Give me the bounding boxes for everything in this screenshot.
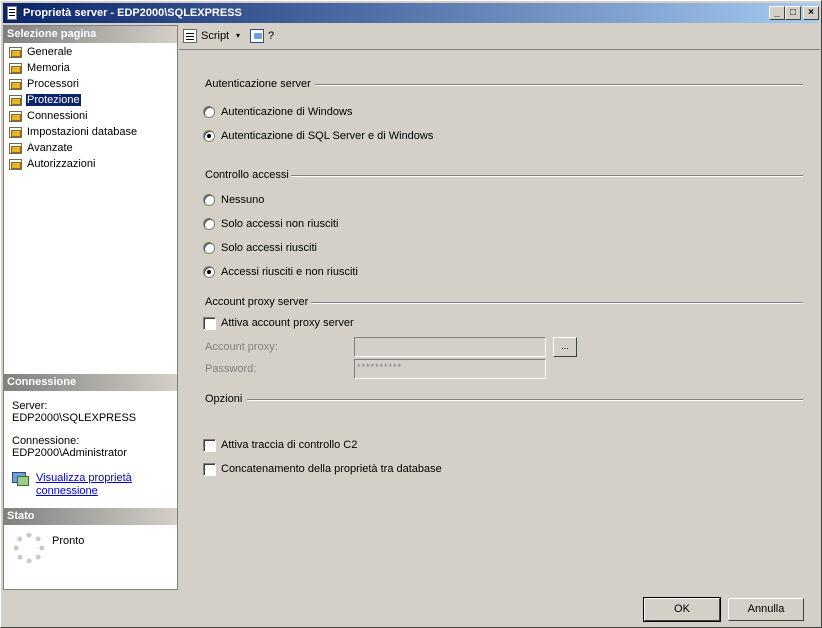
server-label: Server: <box>12 400 48 412</box>
title-bar[interactable]: Proprietà server - EDP2000\SQLEXPRESS _ … <box>3 3 819 23</box>
connection-properties-icon[interactable] <box>12 472 30 486</box>
browse-proxy-button[interactable]: ... <box>553 337 577 357</box>
radio-label: Autenticazione di Windows <box>221 106 353 118</box>
nav-item-label: Generale <box>27 46 73 58</box>
select-page-header: Selezione pagina <box>4 26 177 43</box>
radio-label: Solo accessi non riusciti <box>221 218 339 230</box>
proxy-account-label: Account proxy: <box>205 341 278 353</box>
password-label: Password: <box>205 363 257 375</box>
nav-item-label: Memoria <box>27 62 70 74</box>
toolbar: Script ▾ ? <box>179 25 819 47</box>
nav-item-label: Connessioni <box>27 110 88 122</box>
view-connection-properties-link[interactable]: Visualizza proprietà connessione <box>36 472 146 498</box>
radio-label: Solo accessi riusciti <box>221 242 317 254</box>
window-icon <box>7 6 17 20</box>
script-dropdown-arrow-icon[interactable]: ▾ <box>236 28 240 44</box>
server-properties-window: Proprietà server - EDP2000\SQLEXPRESS _ … <box>0 0 822 628</box>
script-icon <box>183 29 197 43</box>
page-icon <box>8 126 22 138</box>
nav-item-generale[interactable]: Generale <box>6 44 138 60</box>
radio-button[interactable] <box>203 130 215 142</box>
nav-item-label: Autorizzazioni <box>27 158 96 170</box>
nav-item-avanzate[interactable]: Avanzate <box>6 140 138 156</box>
nav-item-connessioni[interactable]: Connessioni <box>6 108 138 124</box>
nav-item-autorizzazioni[interactable]: Autorizzazioni <box>6 156 138 172</box>
page-icon <box>8 110 22 122</box>
options-group-divider <box>247 399 803 401</box>
checkbox-label: Attiva account proxy server <box>221 317 354 329</box>
script-button[interactable]: Script <box>183 28 229 44</box>
proxy-group-title: Account proxy server <box>205 296 309 308</box>
maximize-button[interactable]: □ <box>785 6 801 20</box>
page-list: Generale Memoria Processori Protezione C… <box>6 44 138 172</box>
page-icon <box>8 46 22 58</box>
help-icon <box>250 29 264 43</box>
radio-label: Accessi riusciti e non riusciti <box>221 266 358 278</box>
status-text: Pronto <box>52 535 85 547</box>
security-page: Autenticazione server Autenticazione di … <box>179 49 820 590</box>
script-label: Script <box>201 30 230 42</box>
progress-spinner-icon <box>14 533 44 563</box>
access-group-divider <box>291 175 803 177</box>
nav-item-impostazioni-database[interactable]: Impostazioni database <box>6 124 138 140</box>
access-group-title: Controllo accessi <box>205 169 289 181</box>
radio-button[interactable] <box>203 218 215 230</box>
radio-button[interactable] <box>203 266 215 278</box>
left-panel: Selezione pagina Generale Memoria Proces… <box>3 25 178 590</box>
nav-item-protezione[interactable]: Protezione <box>6 92 138 108</box>
radio-button[interactable] <box>203 242 215 254</box>
nav-item-label: Impostazioni database <box>27 126 138 138</box>
page-icon <box>8 94 22 106</box>
checkbox[interactable] <box>203 317 216 330</box>
link-line-2[interactable]: connessione <box>36 485 146 498</box>
page-icon <box>8 158 22 170</box>
page-icon <box>8 142 22 154</box>
checkbox[interactable] <box>203 439 216 452</box>
page-icon <box>8 78 22 90</box>
auth-group-divider <box>315 84 803 86</box>
help-button[interactable]: ? <box>250 28 274 44</box>
checkbox[interactable] <box>203 463 216 476</box>
radio-label: Autenticazione di SQL Server e di Window… <box>221 130 434 142</box>
auth-group-title: Autenticazione server <box>205 78 311 90</box>
cancel-button[interactable]: Annulla <box>728 598 804 621</box>
server-value: EDP2000\SQLEXPRESS <box>12 412 137 424</box>
radio-label: Nessuno <box>221 194 265 206</box>
window-title: Proprietà server - EDP2000\SQLEXPRESS <box>23 7 242 19</box>
proxy-group-divider <box>311 302 803 304</box>
connection-info: Server: EDP2000\SQLEXPRESS Connessione: … <box>12 400 172 459</box>
help-label: ? <box>268 30 275 42</box>
nav-item-processori[interactable]: Processori <box>6 76 138 92</box>
checkbox-label: Concatenamento della proprietà tra datab… <box>221 463 442 475</box>
close-button[interactable]: × <box>803 6 819 20</box>
radio-button[interactable] <box>203 106 215 118</box>
nav-item-memoria[interactable]: Memoria <box>6 60 138 76</box>
page-icon <box>8 62 22 74</box>
checkbox-label: Attiva traccia di controllo C2 <box>221 439 358 451</box>
minimize-button[interactable]: _ <box>769 6 785 20</box>
connection-label: Connessione: <box>12 435 80 447</box>
connection-value: EDP2000\Administrator <box>12 447 127 459</box>
ok-button[interactable]: OK <box>643 597 721 622</box>
radio-button[interactable] <box>203 194 215 206</box>
status-header: Stato <box>4 508 177 525</box>
options-group-title: Opzioni <box>205 393 243 405</box>
nav-item-label: Avanzate <box>27 142 73 154</box>
nav-item-label: Processori <box>27 78 79 90</box>
password-field[interactable]: ********** <box>354 359 546 379</box>
nav-item-label: Protezione <box>26 94 81 106</box>
link-line-1[interactable]: Visualizza proprietà <box>36 472 146 485</box>
proxy-account-field[interactable] <box>354 337 546 357</box>
connection-header: Connessione <box>4 374 177 391</box>
